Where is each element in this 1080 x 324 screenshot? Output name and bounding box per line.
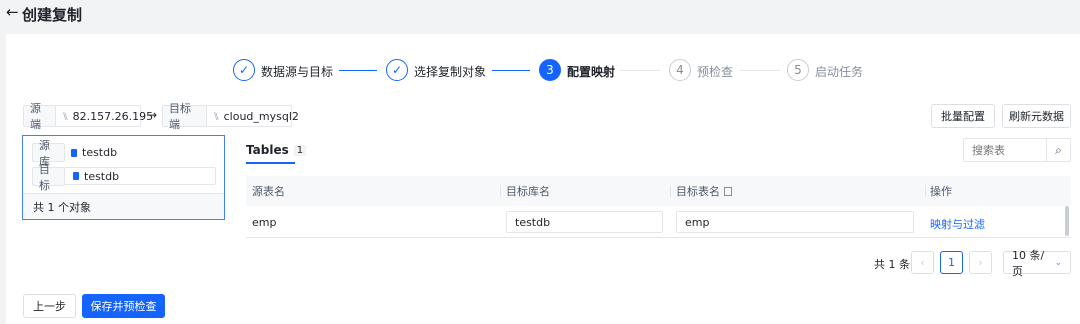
col-divider (670, 185, 671, 197)
col-target-table-label: 目标表名 (676, 185, 720, 198)
right-arrow-icon: → (147, 108, 158, 122)
pagination-total: 共 1 条 (874, 258, 910, 271)
step-3-label: 配置映射 (567, 65, 616, 79)
database-icon (71, 148, 77, 157)
col-action: 操作 (930, 185, 952, 198)
prev-page-button[interactable]: ‹ (911, 251, 934, 274)
tab-tables[interactable]: Tables 1 (246, 143, 307, 157)
step-2-check-icon: ✓ (386, 59, 408, 81)
step-connector-2 (492, 70, 530, 71)
batch-config-button[interactable]: 批量配置 (931, 104, 995, 128)
row-target-db-input[interactable]: testdb (506, 211, 663, 233)
source-db-name: testdb (82, 146, 118, 159)
col-divider (925, 185, 926, 197)
target-db-label: 目标 (32, 163, 65, 192)
col-source-table: 源表名 (252, 185, 285, 198)
source-db-value: testdb (71, 146, 117, 159)
tab-active-indicator (246, 162, 295, 164)
step-5-number: 5 (787, 59, 809, 81)
database-icon (73, 172, 79, 180)
link-icon: ⑊ (62, 109, 69, 123)
target-end-label: 目标端 (162, 102, 207, 131)
search-input[interactable] (964, 139, 1048, 161)
step-4-number: 4 (669, 59, 691, 81)
row-source-table: emp (252, 216, 277, 229)
step-connector-3 (620, 70, 660, 71)
col-target-table: 目标表名 (676, 176, 732, 206)
row-target-table-input[interactable]: emp (676, 211, 914, 233)
step-1-label: 数据源与目标 (261, 65, 334, 79)
back-arrow-icon[interactable]: ← (6, 3, 19, 21)
object-tree-panel[interactable]: 源库 testdb 目标 testdb 共 1 个对象 (22, 135, 225, 220)
source-end-address: 82.157.26.195 (72, 109, 154, 123)
mapping-filter-link[interactable]: 映射与过滤 (930, 216, 985, 232)
page-1-button[interactable]: 1 (940, 251, 963, 274)
step-connector-4 (740, 70, 780, 71)
source-db-label: 源库 (32, 139, 65, 168)
target-end-name: cloud_mysql2 (223, 109, 299, 123)
tab-tables-count: 1 (293, 144, 307, 156)
edit-icon[interactable] (724, 186, 732, 196)
page-header: ← 创建复制 (0, 0, 1080, 34)
target-end-value: ⑊ cloud_mysql2 (206, 105, 299, 127)
save-and-precheck-button[interactable]: 保存并预检查 (82, 294, 165, 318)
object-count: 共 1 个对象 (23, 193, 224, 219)
tab-tables-label: Tables (246, 143, 289, 157)
page-size-select[interactable]: 10 条/页 ⌄ (1003, 249, 1071, 278)
step-1-check-icon: ✓ (233, 59, 255, 81)
step-4-label: 预检查 (697, 65, 734, 79)
page-size-value: 10 条/页 (1012, 248, 1045, 278)
prev-step-button[interactable]: 上一步 (23, 294, 76, 318)
link-icon: ⑊ (213, 109, 220, 123)
search-icon[interactable]: ⌕ (1046, 139, 1070, 161)
col-divider (500, 185, 501, 197)
source-end-value: ⑊ 82.157.26.195 (55, 105, 153, 127)
target-db-field[interactable]: testdb (64, 167, 216, 185)
step-2-label: 选择复制对象 (414, 65, 487, 79)
next-page-button[interactable]: › (969, 251, 992, 274)
page-title: 创建复制 (22, 6, 83, 24)
source-end-label: 源端 (23, 102, 56, 131)
table-search[interactable]: ⌕ (963, 138, 1071, 162)
step-3-number: 3 (539, 59, 561, 81)
step-5-label: 启动任务 (815, 65, 864, 79)
table-scrollbar[interactable] (1065, 206, 1069, 236)
refresh-metadata-button[interactable]: 刷新元数据 (1002, 104, 1071, 128)
col-target-db: 目标库名 (506, 185, 550, 198)
target-db-name: testdb (84, 169, 120, 183)
step-connector-1 (339, 70, 377, 71)
chevron-down-icon: ⌄ (1054, 257, 1062, 268)
